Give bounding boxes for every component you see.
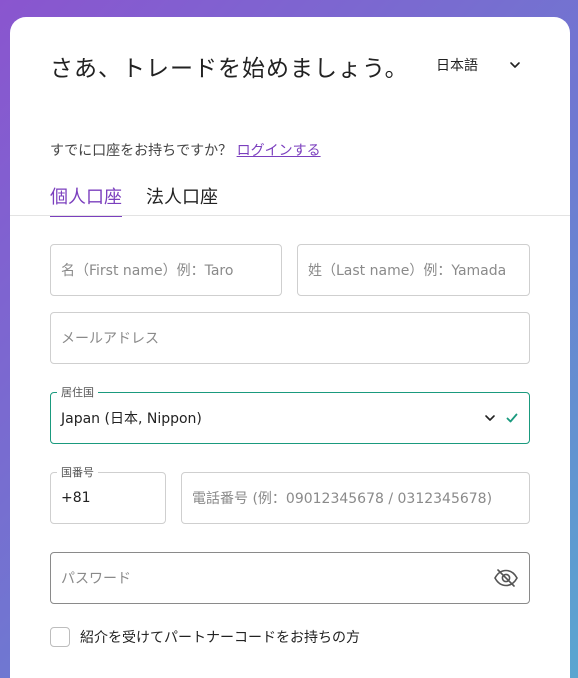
login-prompt-text: すでに口座をお持ちですか？ <box>50 143 233 159</box>
dial-code-label: 国番号 <box>57 464 98 480</box>
last-name-placeholder: 姓（Last name）例：Yamada <box>308 263 507 279</box>
login-prompt: すでに口座をお持ちですか？ ログインする <box>50 140 321 160</box>
referral-checkbox-label: 紹介を受けてパートナーコードをお持ちの方 <box>80 630 360 646</box>
chevron-down-icon <box>485 415 495 421</box>
country-value: Japan (日本, Nippon) <box>61 411 202 427</box>
chevron-down-icon <box>510 62 520 68</box>
dial-code-value: +81 <box>61 490 91 506</box>
referral-checkbox[interactable] <box>50 627 70 647</box>
language-selector[interactable]: 日本語 <box>436 55 522 75</box>
account-type-tabs: 個人口座 法人口座 <box>50 183 218 217</box>
signup-card: さあ、トレードを始めましょう。 日本語 すでに口座をお持ちですか？ ログインする… <box>10 17 570 678</box>
first-name-input[interactable]: 名（First name）例：Taro <box>50 244 282 296</box>
tab-corporate[interactable]: 法人口座 <box>146 183 218 217</box>
tabs-divider <box>10 215 570 216</box>
language-label: 日本語 <box>436 58 478 74</box>
eye-off-icon[interactable] <box>493 568 519 588</box>
login-link[interactable]: ログインする <box>237 143 321 159</box>
tab-individual[interactable]: 個人口座 <box>50 183 122 217</box>
password-placeholder: パスワード <box>61 571 131 587</box>
dial-code-input[interactable]: 国番号 +81 <box>50 464 166 524</box>
first-name-placeholder: 名（First name）例：Taro <box>61 263 234 279</box>
phone-placeholder: 電話番号 (例：09012345678 / 0312345678) <box>192 491 493 507</box>
email-input[interactable]: メールアドレス <box>50 312 530 364</box>
email-placeholder: メールアドレス <box>61 331 159 347</box>
check-icon <box>506 413 518 423</box>
page-title: さあ、トレードを始めましょう。 <box>50 56 409 82</box>
phone-input[interactable]: 電話番号 (例：09012345678 / 0312345678) <box>181 472 530 524</box>
country-select[interactable]: 居住国 Japan (日本, Nippon) <box>50 384 530 444</box>
country-label: 居住国 <box>57 384 98 400</box>
password-input[interactable]: パスワード <box>50 552 530 604</box>
referral-checkbox-row[interactable]: 紹介を受けてパートナーコードをお持ちの方 <box>50 627 360 647</box>
last-name-input[interactable]: 姓（Last name）例：Yamada <box>297 244 530 296</box>
